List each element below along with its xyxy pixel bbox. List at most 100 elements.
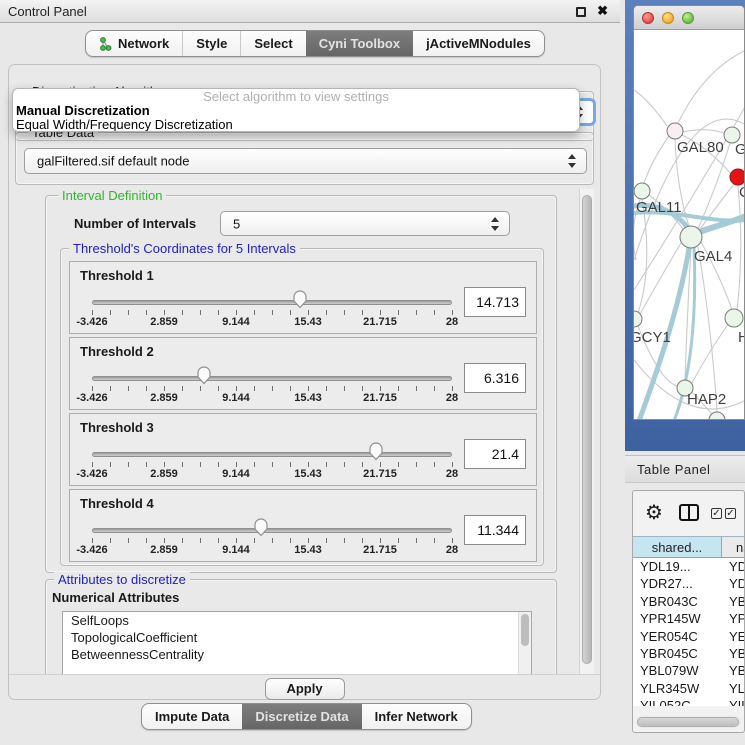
threshold-slider-track[interactable] — [92, 528, 452, 533]
threshold-slider-track[interactable] — [92, 300, 452, 305]
slider-tick — [236, 386, 237, 391]
network-canvas[interactable]: GAL80GACGAL11GAL4GCY1HHAP2 — [634, 30, 745, 420]
slider-tick — [200, 462, 201, 467]
table-cell[interactable]: YPR145W — [633, 610, 722, 627]
slider-tick-label: -3.426 — [76, 392, 107, 404]
popup-option[interactable]: Equal Width/Frequency Discretization — [13, 118, 579, 132]
network-view-window[interactable]: GAL80GACGAL11GAL4GCY1HHAP2 — [633, 5, 745, 420]
close-icon[interactable]: ✖ — [597, 3, 608, 19]
table-cell[interactable]: YBR0 — [722, 593, 744, 610]
minimize-button[interactable] — [662, 12, 674, 24]
table-row[interactable]: YDR27...YDR2 — [633, 575, 744, 592]
slider-tick — [398, 310, 399, 315]
number-of-intervals-combobox[interactable]: 5 — [220, 211, 510, 236]
tab-jactivemnodules[interactable]: jActiveMNodules — [413, 31, 544, 56]
tab-discretize-data[interactable]: Discretize Data — [242, 704, 361, 729]
slider-thumb[interactable] — [368, 441, 384, 461]
table-row[interactable]: YER054CYER0 — [633, 628, 744, 645]
threshold-value-input[interactable] — [464, 439, 526, 469]
split-columns-icon[interactable] — [679, 504, 699, 521]
threshold-value-input[interactable] — [464, 363, 526, 393]
table-cell[interactable]: YLR3 — [722, 680, 744, 697]
gear-icon[interactable]: ⚙︎ — [645, 500, 663, 525]
slider-tick — [254, 538, 255, 543]
tab-cyni-toolbox[interactable]: Cyni Toolbox — [306, 31, 413, 56]
popup-option[interactable]: Manual Discretization — [13, 104, 579, 118]
table-cell[interactable]: YDR27... — [633, 575, 722, 592]
tab-infer-network[interactable]: Infer Network — [362, 704, 471, 729]
slider-tick-label: 2.859 — [150, 468, 178, 480]
table-cell[interactable]: YDL1 — [722, 558, 744, 575]
panel-scrollbar[interactable] — [579, 189, 594, 674]
zoom-button[interactable] — [682, 12, 694, 24]
attributes-scrollbar[interactable] — [518, 612, 531, 674]
table-cell[interactable]: YIL0 — [722, 697, 744, 706]
table-cell[interactable]: YBR043C — [633, 593, 722, 610]
network-node-GAL11[interactable] — [634, 183, 650, 199]
table-cell[interactable]: YER0 — [722, 628, 744, 645]
table-row[interactable]: YBL079WYBL0 — [633, 662, 744, 679]
attribute-item[interactable]: TopologicalCoefficient — [63, 629, 531, 646]
node-label: C — [739, 184, 745, 201]
table-horizontal-scrollbar[interactable] — [636, 716, 741, 728]
table-row[interactable]: YIL052CYIL0 — [633, 697, 744, 706]
table-cell[interactable]: YLR345W — [633, 680, 722, 697]
number-of-intervals-label: Number of Intervals — [74, 216, 196, 231]
cyni-toolbox-panel: Discretization Algorithm Table Data galF… — [8, 64, 601, 700]
table-row[interactable]: YBR045CYBR0 — [633, 645, 744, 662]
slider-thumb[interactable] — [196, 365, 212, 385]
threshold-row: Threshold 1-3.4262.8599.14415.4321.71528 — [69, 261, 537, 334]
threshold-value-input[interactable] — [464, 287, 526, 317]
threshold-value-input[interactable] — [464, 515, 526, 545]
table-row[interactable]: YBR043CYBR0 — [633, 593, 744, 610]
slider-tick — [272, 462, 273, 467]
apply-row: Apply — [9, 674, 600, 700]
tab-network[interactable]: Network — [86, 31, 182, 56]
slider-tick — [182, 386, 183, 391]
checkbox-icon[interactable]: ✓ — [725, 508, 736, 519]
attribute-item[interactable]: BetweennessCentrality — [63, 646, 531, 663]
table-cell[interactable]: YBR045C — [633, 645, 722, 662]
table-cell[interactable]: YBL0 — [722, 662, 744, 679]
table-cell[interactable]: YBR0 — [722, 645, 744, 662]
table-cell[interactable]: YPR1 — [722, 610, 744, 627]
slider-tick — [110, 462, 111, 467]
network-node-red-node[interactable] — [730, 169, 745, 185]
table-row[interactable]: YDL19...YDL1 — [633, 558, 744, 575]
slider-tick — [308, 386, 309, 391]
column-header-name[interactable]: na — [722, 537, 744, 558]
slider-tick — [182, 538, 183, 543]
slider-tick — [272, 538, 273, 543]
apply-button[interactable]: Apply — [265, 678, 345, 700]
table-cell[interactable]: YDR2 — [722, 575, 744, 592]
slider-thumb[interactable] — [253, 517, 269, 537]
network-edge — [634, 90, 667, 126]
network-node-H-node[interactable] — [725, 309, 743, 327]
numerical-attributes-list[interactable]: SelfLoopsTopologicalCoefficientBetweenne… — [62, 611, 532, 674]
attribute-item[interactable]: SelfLoops — [63, 612, 531, 629]
table-data-combobox[interactable]: galFiltered.sif default node — [24, 148, 587, 174]
checkbox-icon[interactable]: ✓ — [711, 508, 722, 519]
number-of-intervals-value: 5 — [233, 216, 240, 231]
network-node-GAL4[interactable] — [680, 226, 702, 248]
slider-thumb[interactable] — [292, 289, 308, 309]
slider-tick-label: 28 — [446, 316, 458, 328]
combo-stepper-icon — [491, 217, 500, 231]
tab-label: Discretize Data — [255, 709, 348, 724]
tab-style[interactable]: Style — [182, 31, 240, 56]
table-row[interactable]: YLR345WYLR3 — [633, 680, 744, 697]
network-node-GAL80[interactable] — [667, 123, 683, 139]
threshold-slider-track[interactable] — [92, 376, 452, 381]
threshold-slider-track[interactable] — [92, 452, 452, 457]
close-button[interactable] — [642, 12, 654, 24]
control-panel-titlebar: Control Panel ✖ — [0, 0, 620, 23]
tab-impute-data[interactable]: Impute Data — [142, 704, 242, 729]
table-cell[interactable]: YIL052C — [633, 697, 722, 706]
table-cell[interactable]: YDL19... — [633, 558, 722, 575]
float-window-icon[interactable] — [576, 7, 586, 17]
tab-select[interactable]: Select — [240, 31, 305, 56]
column-header-shared-name[interactable]: shared... — [633, 537, 722, 558]
table-cell[interactable]: YER054C — [633, 628, 722, 645]
table-row[interactable]: YPR145WYPR1 — [633, 610, 744, 627]
table-cell[interactable]: YBL079W — [633, 662, 722, 679]
